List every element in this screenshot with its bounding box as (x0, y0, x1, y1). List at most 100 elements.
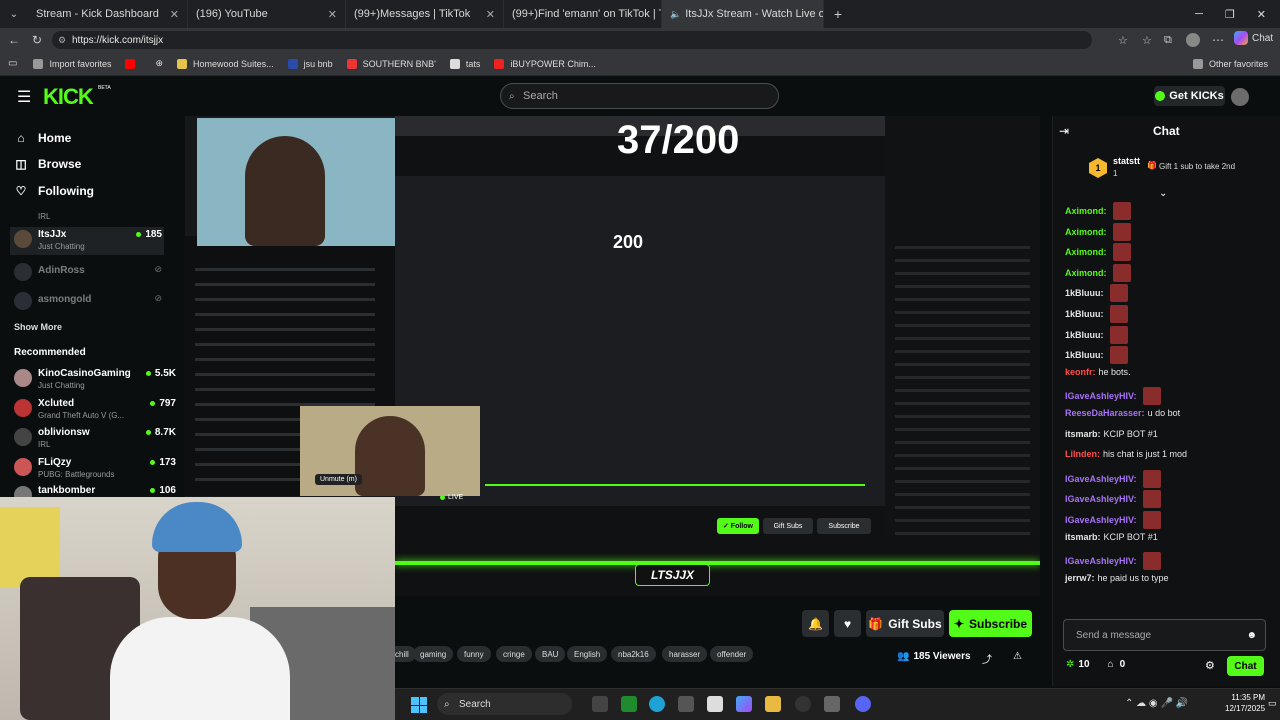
bookmark-import-favorites[interactable]: Import favorites (33, 58, 111, 69)
tag-gaming[interactable]: gaming (413, 646, 454, 662)
chat-input[interactable]: Send a message ☻ (1063, 619, 1266, 651)
chat-username[interactable]: 1kBluuu: (1065, 330, 1104, 340)
minimize-icon[interactable]: ─ (1195, 8, 1203, 21)
chat-username[interactable]: itsmarb: (1065, 532, 1101, 542)
tag-nba2k16[interactable]: nba2k16 (611, 646, 656, 662)
bookmark-homewood[interactable]: Homewood Suites... (177, 58, 274, 69)
edge-icon[interactable] (649, 696, 665, 712)
folder-icon[interactable] (765, 696, 781, 712)
bookmark-tats[interactable]: tats (449, 58, 480, 69)
chat-send-button[interactable]: Chat (1227, 656, 1264, 676)
chat-username[interactable]: 1kBluuu: (1065, 350, 1104, 360)
start-icon[interactable] (411, 697, 427, 713)
chat-username[interactable]: keonfr: (1065, 367, 1096, 377)
chat-username[interactable]: Aximond: (1065, 206, 1107, 216)
tray-icons[interactable]: ⌃ ☁ ◉ 🎤 🔊 (1125, 698, 1188, 709)
close-icon[interactable]: ✕ (320, 8, 337, 21)
tab-tiktok-messages[interactable]: ♪(99+)Messages | TikTok✕ (346, 0, 504, 708)
chat-username[interactable]: IGaveAshleyHIV: (1065, 391, 1137, 401)
tab-actions-icon[interactable]: ⌄ (0, 0, 28, 28)
sidebar-channel-oblivionsw[interactable]: oblivionsw IRL 8.7K (14, 425, 176, 453)
chat-username[interactable]: IGaveAshleyHIV: (1065, 556, 1137, 566)
store-icon[interactable] (678, 696, 694, 712)
store-icon[interactable]: ⌂ (1108, 659, 1114, 670)
gift-subs-button[interactable]: 🎁 Gift Subs (866, 610, 944, 637)
follow-heart-button[interactable]: ♥ (834, 610, 861, 637)
url-field[interactable]: ⚙ https://kick.com/itsjjx (52, 31, 1092, 49)
obs-icon[interactable] (795, 696, 811, 712)
scroll-indicator-icon[interactable]: ⌄ (1159, 188, 1167, 199)
chat-username[interactable]: IGaveAshleyHIV: (1065, 494, 1137, 504)
bookmark-globe[interactable]: ⊕ (155, 58, 163, 69)
show-more-button[interactable]: Show More (14, 322, 62, 332)
chat-username[interactable]: itsmarb: (1065, 429, 1101, 439)
bookmark-southern-bnb[interactable]: SOUTHERN BNB' (346, 58, 436, 69)
chat-username[interactable]: Aximond: (1065, 247, 1107, 257)
sidebar-channel-itsjjx[interactable]: ItsJJx Just Chatting 185 (10, 227, 164, 255)
kick-logo[interactable]: KICK (43, 84, 94, 110)
menu-icon[interactable]: ☰ (17, 87, 31, 107)
bookmark-jsu-bnb[interactable]: jsu bnb (287, 58, 333, 69)
tab-itsjjx-stream[interactable]: K🔈ItsJJx Stream - Watch Live on✕ (662, 0, 824, 708)
tag-english[interactable]: English (567, 646, 608, 662)
pinned-user[interactable]: statstt (1113, 156, 1140, 166)
notification-icon[interactable]: ▭ (1268, 698, 1277, 709)
sidebar-channel-asmongold[interactable]: asmongold ⊘ (14, 289, 164, 317)
chat-username[interactable]: jerrw7: (1065, 573, 1095, 583)
unmute-tooltip[interactable]: Unmute (m) (315, 474, 362, 485)
nav-home[interactable]: ⌂ Home (14, 131, 71, 145)
chat-username[interactable]: IGaveAshleyHIV: (1065, 515, 1137, 525)
points-icon[interactable]: ✲ (1066, 659, 1074, 670)
xbox-icon[interactable] (621, 696, 637, 712)
notifications-button[interactable]: 🔔 (802, 610, 829, 637)
taskview-icon[interactable] (592, 696, 608, 712)
chat-username[interactable]: 1kBluuu: (1065, 288, 1104, 298)
clock[interactable]: 11:35 PM 12/17/2025 (1225, 692, 1265, 714)
share-icon[interactable]: ⤴ (982, 651, 992, 666)
tab-tiktok-find[interactable]: ♪(99+)Find 'emann' on TikTok | Tik✕ (504, 0, 662, 708)
refresh-icon[interactable]: ↻ (32, 33, 42, 47)
tag-offender[interactable]: offender (710, 646, 754, 662)
tab-kick-dashboard[interactable]: KStream - Kick Dashboard✕ (28, 0, 188, 708)
tag-bau[interactable]: BAU (535, 646, 566, 662)
tag-harasser[interactable]: harasser (662, 646, 708, 662)
new-tab-button[interactable]: + (824, 6, 852, 22)
sidebar-channel-adinross[interactable]: AdinRoss ⊘ (14, 260, 164, 288)
extensions-icon[interactable]: ⧉ (1164, 34, 1172, 47)
subscribe-button[interactable]: ✦ Subscribe (949, 610, 1032, 637)
chat-username[interactable]: Aximond: (1065, 268, 1107, 278)
report-icon[interactable]: ⚠ (1013, 651, 1022, 662)
chat-username[interactable]: Lilnden: (1065, 449, 1100, 459)
sidebar-channel[interactable]: IRL (14, 204, 164, 221)
chat-username[interactable]: IGaveAshleyHIV: (1065, 474, 1137, 484)
close-icon[interactable]: ✕ (162, 8, 179, 21)
bookmark-youtube[interactable] (125, 58, 141, 69)
user-avatar[interactable] (1231, 88, 1249, 106)
discord-icon[interactable] (855, 696, 871, 712)
bookmark-ibuypower[interactable]: iBUYPOWER Chim... (494, 58, 596, 69)
close-icon[interactable]: ✕ (478, 8, 495, 21)
star-icon[interactable]: ☆ (1118, 34, 1128, 47)
nav-following[interactable]: ♡ Following (14, 184, 94, 198)
profile-avatar[interactable] (1186, 33, 1200, 47)
tag-funny[interactable]: funny (457, 646, 491, 662)
tab-youtube[interactable]: ▶(196) YouTube✕ (188, 0, 346, 708)
favorites-icon[interactable]: ☆ (1142, 34, 1152, 47)
sidebar-channel-kinocasinogaming[interactable]: KinoCasinoGaming Just Chatting 5.5K (14, 366, 176, 394)
chat-username[interactable]: Aximond: (1065, 227, 1107, 237)
sidebar-channel-fliqzy[interactable]: FLiQzy PUBG: Battlegrounds 173 (14, 455, 176, 483)
emoji-icon[interactable]: ☻ (1246, 630, 1257, 641)
tag-cringe[interactable]: cringe (496, 646, 532, 662)
speaker-icon[interactable]: 🔈 (670, 9, 681, 20)
get-kicks-button[interactable]: Get KICKs (1154, 86, 1225, 106)
maximize-icon[interactable]: ❐ (1225, 8, 1235, 21)
collapse-chat-icon[interactable]: ⇥ (1059, 124, 1069, 138)
search-input[interactable]: ⌕ Search (500, 83, 779, 109)
tabs-icon[interactable]: ▭ (8, 58, 17, 69)
copilot-button[interactable]: Chat (1234, 31, 1273, 45)
chat-username[interactable]: ReeseDaHarasser: (1065, 408, 1145, 418)
taskbar-search[interactable]: ⌕ Search (437, 693, 572, 715)
sidebar-channel-xcluted[interactable]: Xcluted Grand Theft Auto V (G... 797 (14, 396, 176, 424)
file-icon[interactable] (707, 696, 723, 712)
close-window-icon[interactable]: ✕ (1257, 8, 1266, 21)
